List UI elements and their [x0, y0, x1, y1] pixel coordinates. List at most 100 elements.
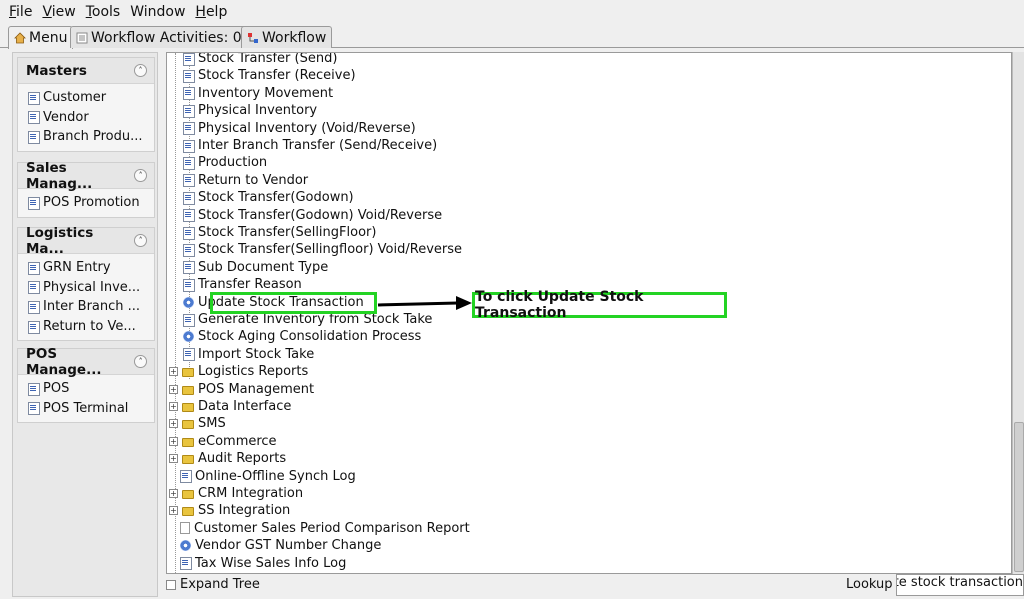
sidebar-item[interactable]: Vendor — [18, 108, 154, 128]
tree-item-label: Inter Branch Transfer (Send/Receive) — [198, 138, 438, 153]
home-icon — [14, 32, 26, 44]
tree-folder[interactable]: + SS Integration — [169, 502, 290, 519]
tree-item[interactable]: Stock Transfer(SellingFloor) — [183, 224, 376, 241]
tree-item[interactable]: Stock Aging Consolidation Process — [183, 328, 421, 345]
sidebar-item[interactable]: POS Terminal — [18, 399, 154, 419]
sidebar-item[interactable]: POS — [18, 379, 154, 399]
sidebar-item-label: Branch Produ... — [43, 129, 143, 145]
document-icon — [28, 300, 40, 314]
tree-folder[interactable]: + eCommerce — [169, 433, 277, 450]
lookup-input[interactable]: ate stock transaction — [896, 574, 1024, 596]
tree-item-label: Return to Vendor — [198, 172, 309, 188]
document-icon — [183, 278, 195, 292]
folder-icon — [182, 403, 194, 412]
menu-file[interactable]: File — [4, 4, 37, 20]
tree-item[interactable]: Physical Inventory — [183, 102, 317, 119]
tree-folder[interactable]: + CRM Integration — [169, 485, 303, 502]
menu-view[interactable]: View — [37, 4, 80, 20]
sidebar-item[interactable]: GRN Entry — [18, 258, 154, 278]
collapse-icon[interactable]: ˄ — [134, 169, 147, 182]
tree-item[interactable]: Stock Transfer (Receive) — [183, 67, 356, 84]
tree-item[interactable]: Return to Vendor — [183, 172, 308, 189]
sidebar-item[interactable]: POS Promotion — [18, 193, 154, 213]
sidebar-group-header[interactable]: POS Manage... ˄ — [18, 346, 154, 378]
tree-item[interactable]: Stock Transfer(Godown) Void/Reverse — [183, 207, 442, 224]
sidebar-group-title: Masters — [26, 62, 87, 79]
tree-item-label: Tax Wise Sales Info Log — [195, 555, 347, 571]
tree-item[interactable]: Online-Offline Synch Log — [180, 468, 356, 485]
tree-folder[interactable]: + SMS — [169, 415, 226, 432]
sidebar-group-title: Logistics Ma... — [26, 224, 94, 257]
tree-item[interactable]: Transfer Reason — [183, 276, 302, 293]
lookup-label: Lookup — [846, 577, 893, 592]
tab-workflow[interactable]: Workflow — [241, 26, 333, 48]
menu-window[interactable]: Window — [125, 4, 190, 20]
tree-item-label: Stock Transfer (Receive) — [198, 68, 356, 84]
sidebar-group: Logistics Ma... ˄ GRN Entry Physical Inve..… — [17, 224, 155, 342]
document-icon — [183, 261, 195, 275]
checkbox-icon[interactable] — [166, 579, 176, 590]
expand-icon[interactable]: + — [169, 506, 178, 516]
expand-icon[interactable]: + — [169, 489, 178, 498]
tree-item-label: SMS — [198, 416, 226, 432]
sidebar-item-label: Physical Inve... — [43, 279, 141, 295]
sidebar-group-body: POS Promotion — [18, 189, 154, 217]
expand-icon[interactable]: + — [169, 454, 178, 464]
document-icon — [183, 104, 195, 118]
tree-item[interactable]: Sub Document Type — [183, 259, 328, 276]
tree-item[interactable]: Stock Transfer(Sellingfloor) Void/Revers… — [183, 241, 462, 258]
tree-item[interactable]: Stock Transfer (Send) — [183, 53, 337, 67]
expand-icon[interactable]: + — [169, 367, 178, 377]
tree-folder[interactable]: + Data Interface — [169, 398, 291, 415]
sidebar-group: Sales Manag... ˄ POS Promotion — [17, 160, 155, 218]
sidebar-group-header[interactable]: Sales Manag... ˄ — [18, 160, 154, 192]
tree-item-label: Customer Sales Period Comparison Report — [194, 520, 470, 536]
sidebar-group-header[interactable]: Logistics Ma... ˄ — [18, 224, 154, 257]
scrollbar-thumb[interactable] — [1014, 422, 1024, 572]
expand-icon[interactable]: + — [169, 402, 178, 411]
menu-help[interactable]: Help — [190, 4, 232, 20]
tab-workflow-activities[interactable]: Workflow Activities: 0 — [70, 26, 248, 48]
tree-item[interactable]: Stock Transfer(Godown) — [183, 189, 354, 206]
sidebar-item-label: Vendor — [43, 109, 89, 125]
sidebar-item[interactable]: Inter Branch ... — [18, 297, 154, 317]
tree-item[interactable]: Tax Wise Sales Info Log — [180, 555, 346, 572]
tree-item[interactable]: Customer Sales Period Comparison Report — [180, 520, 470, 537]
expand-icon[interactable]: + — [169, 419, 178, 429]
expand-tree-checkbox[interactable]: Expand Tree — [166, 577, 260, 592]
tree-item[interactable]: Inter Branch Transfer (Send/Receive) — [183, 137, 437, 154]
tree-item-label: Data Interface — [198, 399, 292, 414]
collapse-icon[interactable]: ˄ — [134, 64, 147, 77]
tree-item[interactable]: Production — [183, 154, 267, 171]
tree-item[interactable]: Vendor GST Number Change — [180, 537, 381, 554]
document-icon — [183, 53, 195, 66]
tree-item-label: Stock Transfer(SellingFloor) — [198, 225, 377, 240]
tree-item-label: Logistics Reports — [198, 364, 309, 380]
document-icon — [28, 91, 40, 105]
sidebar-item[interactable]: Physical Inve... — [18, 278, 154, 298]
tree-folder[interactable]: + Logistics Reports — [169, 363, 308, 380]
sidebar-group-body: Customer Vendor Branch Produ... — [18, 84, 154, 151]
menu-tools[interactable]: Tools — [81, 4, 126, 20]
sidebar-item[interactable]: Customer — [18, 88, 154, 108]
collapse-icon[interactable]: ˄ — [134, 355, 147, 368]
document-icon — [183, 87, 195, 101]
tree-item[interactable]: Physical Inventory (Void/Reverse) — [183, 120, 416, 137]
tree-item[interactable]: Import Stock Take — [183, 346, 314, 363]
document-icon — [28, 320, 40, 334]
tab-menu[interactable]: Menu — [8, 26, 74, 49]
collapse-icon[interactable]: ˄ — [134, 234, 147, 247]
tree-scrollbar[interactable] — [1012, 52, 1024, 574]
sidebar-group-header[interactable]: Masters ˄ — [18, 58, 154, 84]
folder-icon — [182, 368, 194, 378]
document-icon — [183, 243, 195, 257]
tree-folder[interactable]: + Audit Reports — [169, 450, 286, 467]
sidebar-item[interactable]: Branch Produ... — [18, 127, 154, 147]
sidebar-item[interactable]: Return to Ve... — [18, 317, 154, 337]
tree-folder[interactable]: + POS Management — [169, 381, 314, 398]
expand-icon[interactable]: + — [169, 384, 178, 394]
expand-icon[interactable]: + — [169, 436, 178, 446]
tree-item-label: Inventory Movement — [198, 85, 334, 101]
tab-workflow-activities-label: Workflow Activities: 0 — [91, 29, 242, 46]
tree-item[interactable]: Inventory Movement — [183, 85, 333, 102]
